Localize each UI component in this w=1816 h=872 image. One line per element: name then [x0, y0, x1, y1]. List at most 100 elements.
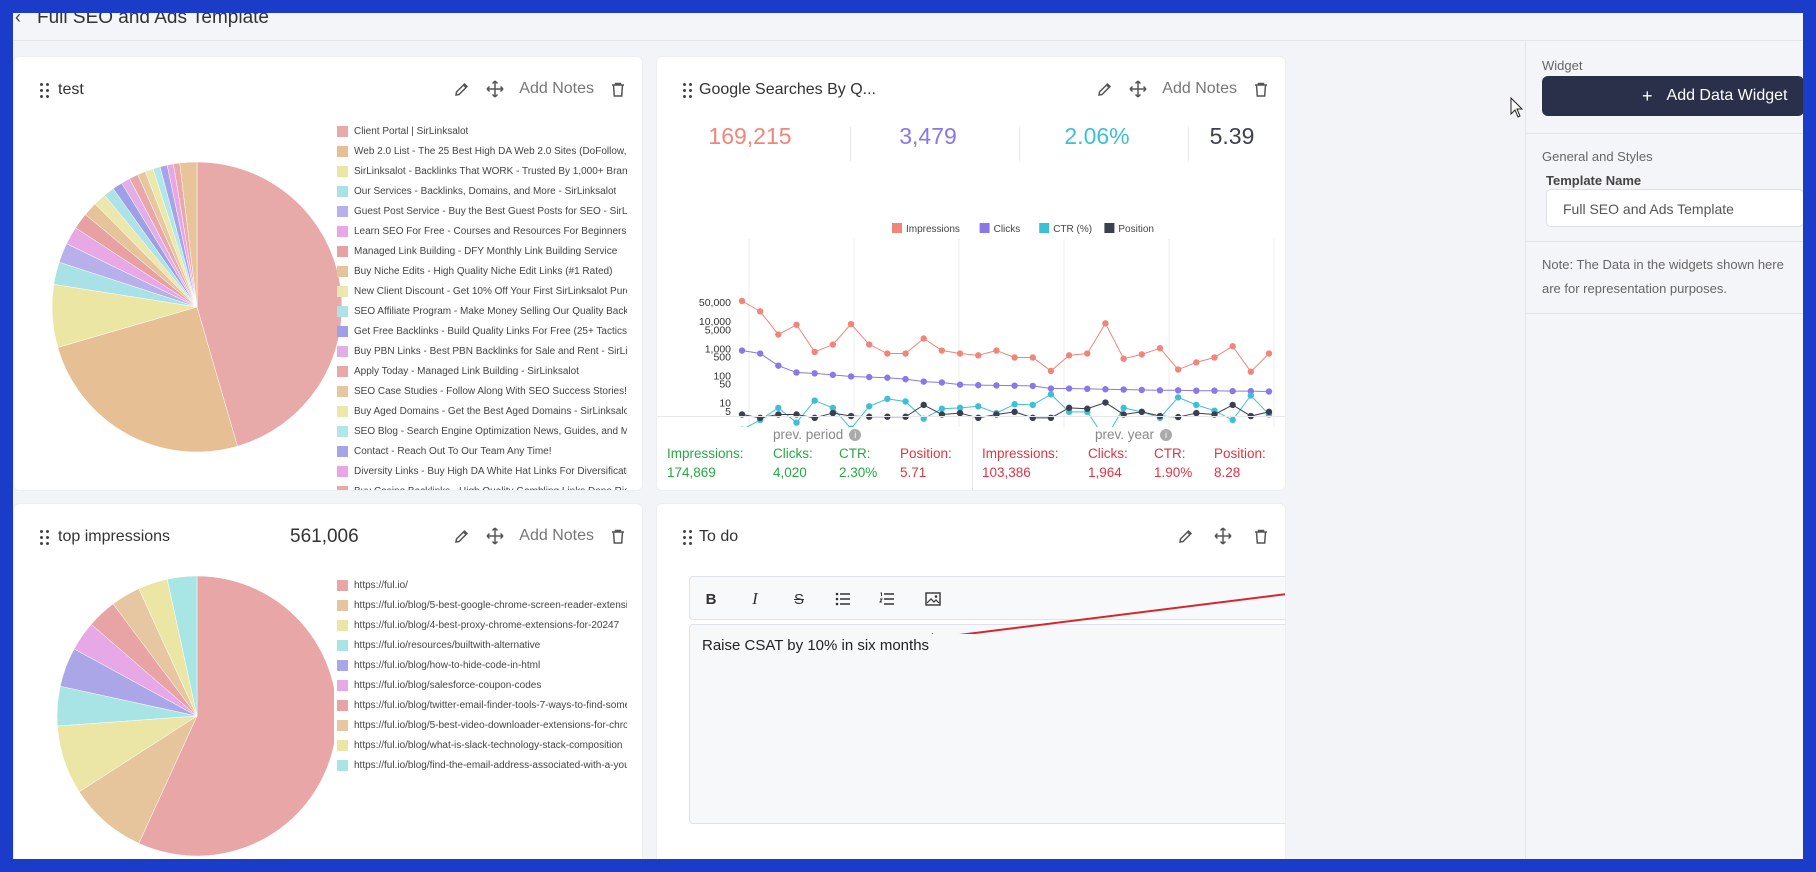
data-point[interactable] [1102, 399, 1109, 406]
data-point[interactable] [993, 347, 1000, 354]
data-point[interactable] [1138, 351, 1145, 358]
data-point[interactable] [1065, 352, 1073, 359]
data-point[interactable] [1174, 394, 1182, 401]
edit-pencil-icon[interactable] [1175, 526, 1195, 546]
data-point[interactable] [1138, 386, 1145, 394]
data-point[interactable] [902, 398, 909, 405]
data-point[interactable] [1084, 350, 1091, 357]
legend-item[interactable]: https://ful.io/blog/twitter-email-finder… [337, 695, 627, 715]
data-point[interactable] [793, 369, 800, 376]
data-point[interactable] [1029, 382, 1036, 390]
move-icon[interactable] [1213, 526, 1233, 546]
edit-pencil-icon[interactable] [451, 79, 471, 99]
drag-handle-icon[interactable] [683, 83, 693, 99]
data-point[interactable] [1102, 386, 1109, 393]
data-point[interactable] [938, 379, 946, 386]
data-point[interactable] [884, 350, 891, 357]
data-point[interactable] [811, 370, 818, 377]
data-point[interactable] [1174, 387, 1182, 394]
todo-editor[interactable]: Raise CSAT by 10% in six months ▲ [689, 624, 1285, 824]
data-point[interactable] [1156, 387, 1164, 394]
legend-item[interactable]: Buy Aged Domains - Get the Best Aged Dom… [337, 401, 627, 421]
data-point[interactable] [1247, 392, 1255, 399]
data-point[interactable] [956, 350, 964, 357]
data-point[interactable] [756, 350, 764, 357]
data-point[interactable] [1047, 367, 1055, 375]
info-icon[interactable]: i [849, 429, 862, 442]
data-point[interactable] [1102, 320, 1109, 327]
data-point[interactable] [1120, 386, 1127, 393]
legend-item[interactable]: Buy Casino Backlinks - High Quality Gamb… [337, 481, 627, 490]
data-point[interactable] [920, 335, 927, 342]
legend-item[interactable]: Buy PBN Links - Best PBN Backlinks for S… [337, 341, 627, 361]
legend-item[interactable]: Contact - Reach Out To Our Team Any Time… [337, 441, 627, 461]
data-point[interactable] [793, 419, 800, 426]
legend-item[interactable]: SEO Blog - Search Engine Optimization Ne… [337, 421, 627, 441]
data-point[interactable] [756, 308, 764, 315]
legend-item[interactable]: SEO Case Studies - Follow Along With SEO… [337, 381, 627, 401]
data-point[interactable] [829, 371, 837, 379]
data-point[interactable] [1065, 404, 1073, 412]
template-name-input[interactable]: Full SEO and Ads Template [1546, 189, 1803, 227]
data-point[interactable] [829, 341, 837, 348]
data-point[interactable] [1229, 343, 1236, 350]
legend-item[interactable]: New Client Discount - Get 10% Off Your F… [337, 281, 627, 301]
data-point[interactable] [1229, 387, 1236, 395]
info-icon[interactable]: i [1160, 429, 1173, 442]
legend-item[interactable]: https://ful.io/resources/builtwith-alter… [337, 635, 627, 655]
legend-item[interactable]: https://ful.io/blog/what-is-slack-techno… [337, 735, 627, 755]
data-point[interactable] [902, 350, 909, 357]
data-point[interactable] [1084, 385, 1091, 393]
legend-item[interactable]: Client Portal | SirLinksalot [337, 121, 627, 141]
data-point[interactable] [1011, 401, 1018, 408]
data-point[interactable] [1247, 368, 1255, 375]
trash-icon[interactable] [608, 79, 628, 99]
data-point[interactable] [1193, 387, 1200, 394]
data-point[interactable] [938, 405, 946, 412]
data-point[interactable] [866, 373, 873, 381]
data-point[interactable] [1011, 382, 1018, 389]
data-point[interactable] [1047, 391, 1055, 398]
data-point[interactable] [1029, 354, 1036, 361]
data-point[interactable] [902, 375, 909, 383]
edit-pencil-icon[interactable] [451, 526, 471, 546]
data-point[interactable] [938, 347, 946, 354]
data-point[interactable] [1265, 388, 1273, 395]
data-point[interactable] [1193, 401, 1200, 409]
move-icon[interactable] [1128, 79, 1148, 99]
data-point[interactable] [1138, 408, 1145, 416]
data-point[interactable] [920, 378, 927, 385]
legend-item[interactable]: https://ful.io/blog/5-best-google-chrome… [337, 595, 627, 615]
data-point[interactable] [847, 373, 855, 380]
data-point[interactable] [775, 362, 782, 369]
add-data-widget-button[interactable]: + Add Data Widget [1542, 76, 1803, 116]
data-point[interactable] [975, 381, 982, 389]
legend-item[interactable]: Apply Today - Managed Link Building - Si… [337, 361, 627, 381]
data-point[interactable] [775, 331, 782, 338]
data-point[interactable] [993, 382, 1000, 389]
data-point[interactable] [956, 381, 964, 388]
trash-icon[interactable] [1251, 79, 1271, 99]
legend-item[interactable]: https://ful.io/blog/find-the-email-addre… [337, 755, 627, 775]
data-point[interactable] [1120, 404, 1127, 412]
data-point[interactable] [793, 321, 800, 328]
edit-pencil-icon[interactable] [1094, 79, 1114, 99]
add-notes-button[interactable]: Add Notes [519, 80, 594, 98]
data-point[interactable] [1011, 408, 1018, 416]
add-notes-button[interactable]: Add Notes [519, 527, 594, 545]
legend-item[interactable]: Get Free Backlinks - Build Quality Links… [337, 321, 627, 341]
data-point[interactable] [1174, 413, 1182, 421]
data-point[interactable] [1211, 387, 1218, 394]
data-point[interactable] [1229, 401, 1236, 409]
legend-item[interactable]: https://ful.io/blog/salesforce-coupon-co… [337, 675, 627, 695]
drag-handle-icon[interactable] [683, 530, 693, 546]
legend-item[interactable]: https://ful.io/blog/4-best-proxy-chrome-… [337, 615, 627, 635]
drag-handle-icon[interactable] [40, 83, 50, 99]
data-point[interactable] [811, 348, 818, 356]
data-point[interactable] [1120, 355, 1127, 362]
legend-item[interactable]: Web 2.0 List - The 25 Best High DA Web 2… [337, 141, 627, 161]
trash-icon[interactable] [1251, 526, 1271, 546]
data-point[interactable] [1084, 405, 1091, 412]
data-point[interactable] [1011, 354, 1018, 361]
data-point[interactable] [847, 320, 855, 328]
